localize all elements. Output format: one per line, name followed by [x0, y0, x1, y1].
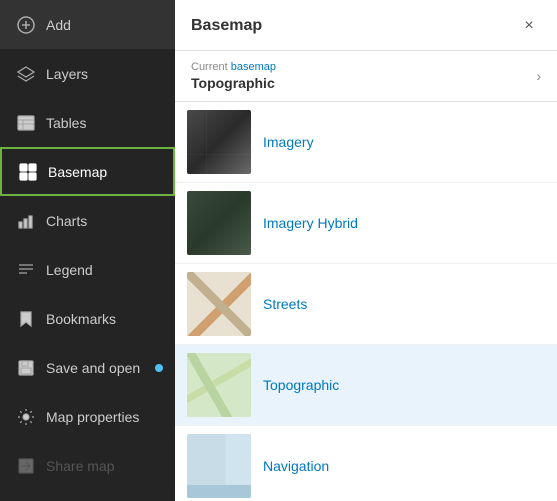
basemap-item-streets[interactable]: Streets — [175, 264, 557, 345]
sidebar-item-basemap[interactable]: Basemap — [0, 147, 175, 196]
sidebar-item-label: Map properties — [46, 409, 139, 425]
sidebar-item-share-map[interactable]: Share map — [0, 441, 175, 490]
basemap-item-label: Navigation — [263, 458, 329, 474]
current-basemap-info: Current basemap Topographic — [191, 61, 276, 91]
basemap-icon — [18, 162, 38, 182]
current-label-colored: basemap — [231, 61, 276, 73]
notification-dot — [155, 364, 163, 372]
legend-icon — [16, 260, 36, 280]
bookmarks-icon — [16, 309, 36, 329]
basemap-item-imagery[interactable]: Imagery — [175, 102, 557, 183]
sidebar-item-label: Add — [46, 17, 71, 33]
sidebar-item-label: Legend — [46, 262, 93, 278]
sidebar-item-bookmarks[interactable]: Bookmarks — [0, 294, 175, 343]
sidebar-item-label: Layers — [46, 66, 88, 82]
topographic-thumbnail — [187, 353, 251, 417]
sidebar-item-label: Tables — [46, 115, 86, 131]
sidebar-item-label: Bookmarks — [46, 311, 116, 327]
imagery-hybrid-thumbnail — [187, 191, 251, 255]
streets-thumbnail — [187, 272, 251, 336]
sidebar-item-save-and-open[interactable]: Save and open — [0, 343, 175, 392]
basemap-item-topographic[interactable]: Topographic — [175, 345, 557, 426]
close-button[interactable]: × — [517, 14, 541, 38]
sidebar-item-label: Share map — [46, 458, 114, 474]
tables-icon — [16, 113, 36, 133]
gear-icon — [16, 407, 36, 427]
save-icon — [16, 358, 36, 378]
sidebar-item-charts[interactable]: Charts — [0, 196, 175, 245]
chevron-right-icon: › — [536, 68, 541, 84]
basemap-item-label: Imagery — [263, 134, 314, 150]
layers-icon — [16, 64, 36, 84]
basemap-item-label: Imagery Hybrid — [263, 215, 358, 231]
basemap-list: Imagery Imagery Hybrid Streets Topograph… — [175, 102, 557, 501]
sidebar-item-legend[interactable]: Legend — [0, 245, 175, 294]
charts-icon — [16, 211, 36, 231]
current-basemap-label: Current basemap — [191, 61, 276, 73]
sidebar-item-label: Save and open — [46, 360, 140, 376]
basemap-item-navigation[interactable]: Navigation — [175, 426, 557, 501]
imagery-thumbnail — [187, 110, 251, 174]
basemap-item-label: Streets — [263, 296, 307, 312]
share-icon — [16, 456, 36, 476]
panel-title: Basemap — [191, 17, 262, 35]
basemap-item-imagery-hybrid[interactable]: Imagery Hybrid — [175, 183, 557, 264]
current-basemap-name: Topographic — [191, 75, 276, 91]
sidebar-item-label: Basemap — [48, 164, 107, 180]
panel-header: Basemap × — [175, 0, 557, 51]
basemap-panel: Basemap × Current basemap Topographic › … — [175, 0, 557, 501]
sidebar-item-tables[interactable]: Tables — [0, 98, 175, 147]
basemap-item-label: Topographic — [263, 377, 339, 393]
add-icon — [16, 15, 36, 35]
sidebar-item-layers[interactable]: Layers — [0, 49, 175, 98]
sidebar: Add Layers Tables Basemap Charts Legend — [0, 0, 175, 501]
sidebar-item-add[interactable]: Add — [0, 0, 175, 49]
navigation-thumbnail — [187, 434, 251, 498]
sidebar-item-label: Charts — [46, 213, 87, 229]
sidebar-item-map-properties[interactable]: Map properties — [0, 392, 175, 441]
current-basemap-section[interactable]: Current basemap Topographic › — [175, 51, 557, 102]
